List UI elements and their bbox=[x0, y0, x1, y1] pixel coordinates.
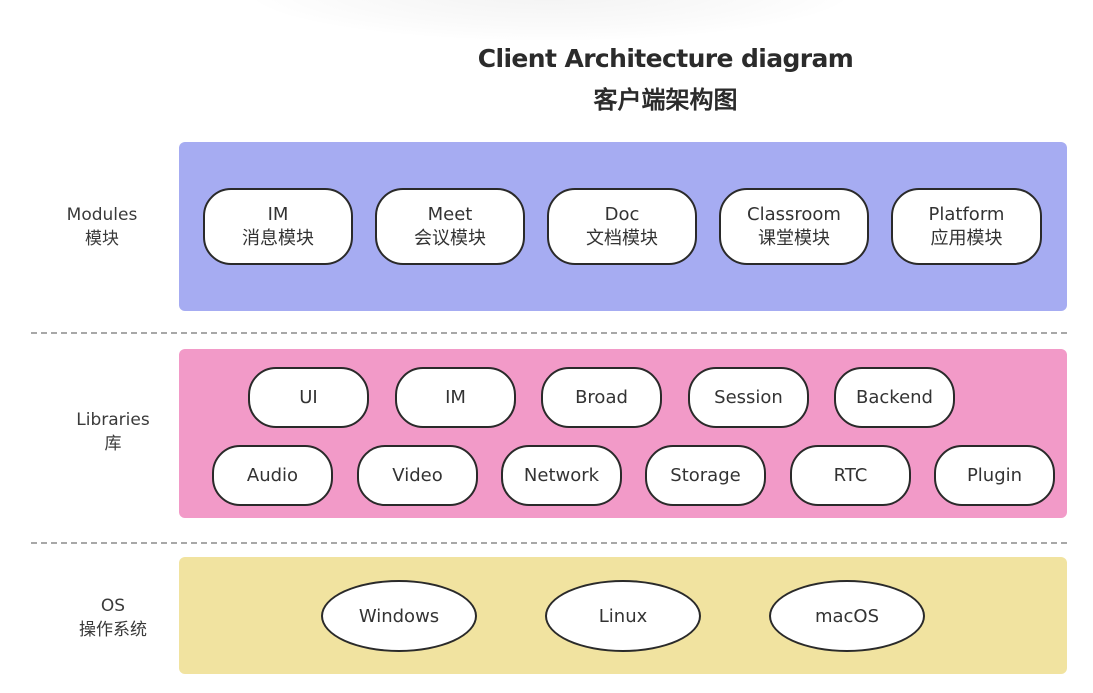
library-node-im[interactable]: IM bbox=[395, 367, 516, 428]
module-node-label-zh: 消息模块 bbox=[242, 227, 314, 249]
module-node-label-en: Classroom bbox=[747, 203, 841, 225]
library-node-plugin[interactable]: Plugin bbox=[934, 445, 1055, 506]
library-node-label: Backend bbox=[856, 386, 933, 408]
layer-label-os-zh: 操作系统 bbox=[79, 620, 147, 640]
os-node-windows[interactable]: Windows bbox=[321, 580, 477, 652]
module-node-label-en: IM bbox=[267, 203, 289, 225]
module-node-label-en: Meet bbox=[427, 203, 473, 225]
library-node-label: Video bbox=[392, 464, 443, 486]
layer-label-os: OS 操作系统 bbox=[23, 594, 203, 642]
library-node-label: UI bbox=[299, 386, 318, 408]
library-node-session[interactable]: Session bbox=[688, 367, 809, 428]
module-node-label-zh: 文档模块 bbox=[586, 227, 658, 249]
layer-label-modules-en: Modules bbox=[66, 205, 138, 225]
layer-divider bbox=[31, 332, 1067, 334]
module-node-im[interactable]: IM 消息模块 bbox=[203, 188, 353, 265]
library-node-rtc[interactable]: RTC bbox=[790, 445, 911, 506]
library-node-label: IM bbox=[445, 386, 466, 408]
library-node-label: Audio bbox=[246, 464, 299, 486]
library-node-label: RTC bbox=[833, 464, 868, 486]
module-node-doc[interactable]: Doc 文档模块 bbox=[547, 188, 697, 265]
os-panel: Windows Linux macOS bbox=[179, 557, 1067, 674]
layer-label-modules: Modules 模块 bbox=[12, 203, 192, 251]
library-node-label: Broad bbox=[575, 386, 628, 408]
module-node-label-zh: 课堂模块 bbox=[758, 227, 830, 249]
library-node-label: Storage bbox=[670, 464, 741, 486]
module-node-platform[interactable]: Platform 应用模块 bbox=[891, 188, 1042, 265]
layer-divider bbox=[31, 542, 1067, 544]
library-node-storage[interactable]: Storage bbox=[645, 445, 766, 506]
library-node-label: Session bbox=[714, 386, 783, 408]
top-shadow-decoration bbox=[250, 0, 850, 40]
os-node-macos[interactable]: macOS bbox=[769, 580, 925, 652]
library-node-label: Plugin bbox=[966, 464, 1023, 486]
os-node-label: macOS bbox=[814, 605, 880, 627]
module-node-label-zh: 会议模块 bbox=[414, 227, 486, 249]
diagram-title-en: Client Architecture diagram bbox=[477, 44, 854, 73]
layer-label-os-en: OS bbox=[100, 596, 126, 616]
library-node-audio[interactable]: Audio bbox=[212, 445, 333, 506]
module-node-label-en: Doc bbox=[604, 203, 640, 225]
libraries-panel: UI IM Broad Session Backend Audio Video … bbox=[179, 349, 1067, 518]
diagram-title-zh: 客户端架构图 bbox=[593, 86, 738, 114]
library-node-backend[interactable]: Backend bbox=[834, 367, 955, 428]
layer-label-libraries-en: Libraries bbox=[76, 410, 150, 430]
modules-panel: IM 消息模块 Meet 会议模块 Doc 文档模块 Classroom 课堂模… bbox=[179, 142, 1067, 311]
library-node-broad[interactable]: Broad bbox=[541, 367, 662, 428]
library-node-network[interactable]: Network bbox=[501, 445, 622, 506]
os-node-label: Windows bbox=[358, 605, 440, 627]
module-node-label-zh: 应用模块 bbox=[930, 227, 1003, 249]
os-node-linux[interactable]: Linux bbox=[545, 580, 701, 652]
library-node-video[interactable]: Video bbox=[357, 445, 478, 506]
library-node-label: Network bbox=[523, 464, 600, 486]
os-node-label: Linux bbox=[598, 605, 648, 627]
layer-label-modules-zh: 模块 bbox=[85, 229, 119, 249]
module-node-label-en: Platform bbox=[928, 203, 1005, 225]
module-node-meet[interactable]: Meet 会议模块 bbox=[375, 188, 525, 265]
layer-label-libraries-zh: 库 bbox=[104, 434, 122, 454]
module-node-classroom[interactable]: Classroom 课堂模块 bbox=[719, 188, 869, 265]
layer-label-libraries: Libraries 库 bbox=[23, 408, 203, 456]
library-node-ui[interactable]: UI bbox=[248, 367, 369, 428]
